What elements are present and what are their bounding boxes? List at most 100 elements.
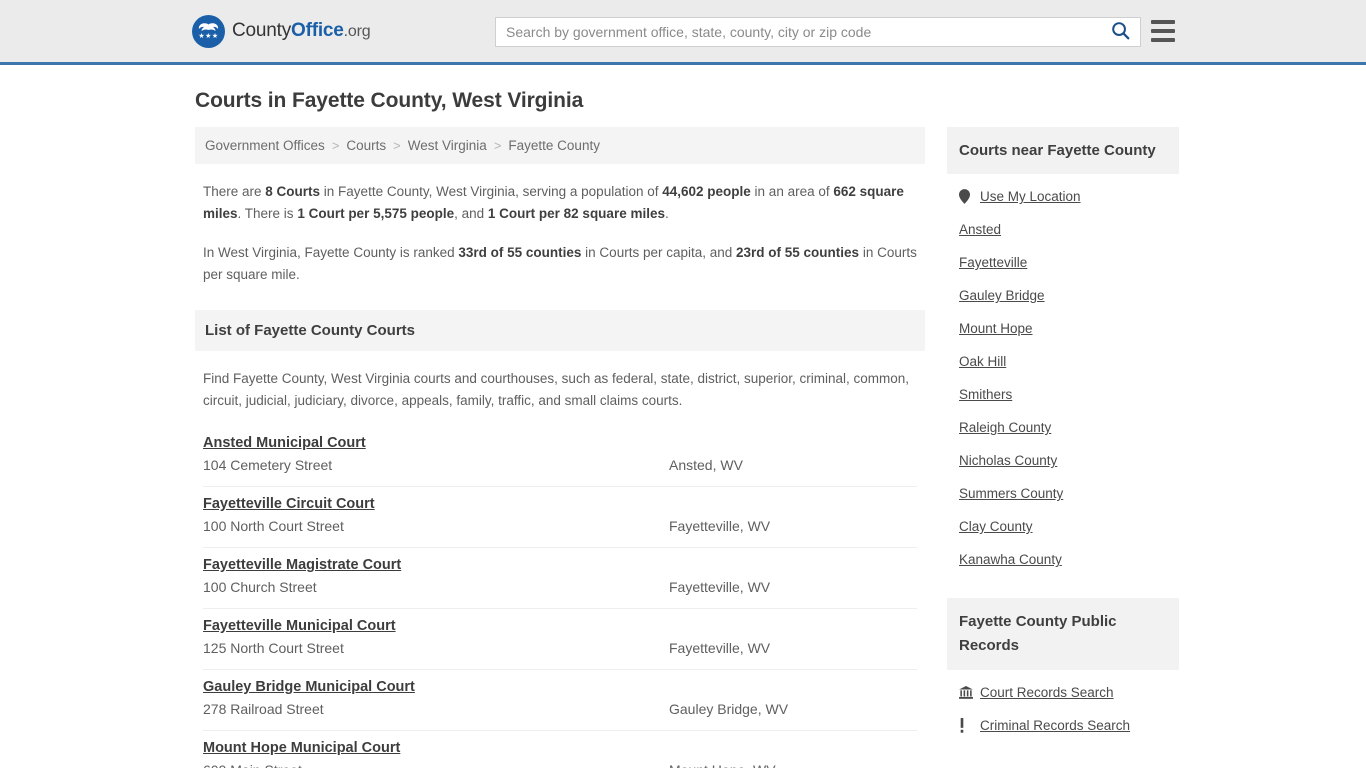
sidebar-item-raleigh-county[interactable]: Raleigh County xyxy=(959,411,1167,444)
table-row: Fayetteville Municipal Court 125 North C… xyxy=(203,609,917,670)
sidebar-item-summers-county[interactable]: Summers County xyxy=(959,477,1167,510)
sidebar-link-criminal-records-search[interactable]: Criminal Records Search xyxy=(980,718,1130,733)
court-address: 100 Church Street xyxy=(203,579,317,595)
hamburger-bar-3 xyxy=(1151,38,1175,42)
sidebar-link-fayetteville[interactable]: Fayetteville xyxy=(959,255,1027,270)
court-city: Mount Hope, WV xyxy=(669,762,776,768)
court-name-link[interactable]: Mount Hope Municipal Court xyxy=(203,740,400,756)
intro-text: . xyxy=(664,206,669,221)
sidebar-item-criminal-records-search[interactable]: Criminal Records Search xyxy=(959,709,1167,742)
court-city: Ansted, WV xyxy=(669,457,743,473)
hamburger-menu-icon[interactable] xyxy=(1151,20,1175,42)
sidebar-item-nicholas-county[interactable]: Nicholas County xyxy=(959,444,1167,477)
hamburger-bar-1 xyxy=(1151,20,1175,24)
table-row: Ansted Municipal Court 104 Cemetery Stre… xyxy=(203,426,917,487)
site-logo[interactable]: ★★★ CountyOffice.org xyxy=(192,14,371,48)
court-address: 125 North Court Street xyxy=(203,640,344,656)
court-name-link[interactable]: Fayetteville Circuit Court xyxy=(203,496,375,512)
sidebar-item-oak-hill[interactable]: Oak Hill xyxy=(959,345,1167,378)
sidebar-item-smithers[interactable]: Smithers xyxy=(959,378,1167,411)
section-heading-court-list: List of Fayette County Courts xyxy=(195,310,925,351)
sidebar-item-gauley-bridge[interactable]: Gauley Bridge xyxy=(959,279,1167,312)
court-address: 100 North Court Street xyxy=(203,518,344,534)
breadcrumb-item-courts[interactable]: Courts xyxy=(346,138,386,153)
search-button[interactable] xyxy=(1100,18,1140,46)
stat-rank-per-capita: 33rd of 55 counties xyxy=(458,245,582,260)
court-city: Fayetteville, WV xyxy=(669,579,771,595)
content-container: Courts in Fayette County, West Virginia … xyxy=(195,89,1179,768)
court-detail: 100 Church Street Fayetteville, WV xyxy=(203,579,917,595)
logo-text-office: Office xyxy=(291,20,344,41)
court-name-link[interactable]: Ansted Municipal Court xyxy=(203,435,366,451)
court-detail: 278 Railroad Street Gauley Bridge, WV xyxy=(203,701,917,717)
intro-paragraph-2: In West Virginia, Fayette County is rank… xyxy=(203,242,917,286)
sidebar-item-mount-hope[interactable]: Mount Hope xyxy=(959,312,1167,345)
search-input[interactable] xyxy=(496,18,1100,46)
sidebar-link-oak-hill[interactable]: Oak Hill xyxy=(959,354,1006,369)
intro-paragraph-1: There are 8 Courts in Fayette County, We… xyxy=(203,181,917,225)
breadcrumb-item-west-virginia[interactable]: West Virginia xyxy=(408,138,487,153)
court-name-link[interactable]: Fayetteville Magistrate Court xyxy=(203,557,401,573)
court-name-link[interactable]: Gauley Bridge Municipal Court xyxy=(203,679,415,695)
table-row: Gauley Bridge Municipal Court 278 Railro… xyxy=(203,670,917,731)
page-title: Courts in Fayette County, West Virginia xyxy=(195,89,584,112)
stat-rank-per-square-mile: 23rd of 55 counties xyxy=(736,245,860,260)
page-body: Courts in Fayette County, West Virginia … xyxy=(0,89,1366,768)
courthouse-icon xyxy=(959,686,976,699)
intro-text: . There is xyxy=(237,206,298,221)
court-address: 278 Railroad Street xyxy=(203,701,324,717)
breadcrumb-separator: > xyxy=(493,138,502,153)
intro-text: There are xyxy=(203,184,266,199)
breadcrumb-item-fayette-county[interactable]: Fayette County xyxy=(508,138,600,153)
sidebar-link-kanawha-county[interactable]: Kanawha County xyxy=(959,552,1062,567)
sidebar-link-gauley-bridge[interactable]: Gauley Bridge xyxy=(959,288,1045,303)
court-list: Ansted Municipal Court 104 Cemetery Stre… xyxy=(195,426,925,768)
sidebar: Courts near Fayette County Use My Locati… xyxy=(947,127,1179,742)
main-column: Government Offices > Courts > West Virgi… xyxy=(195,127,925,768)
sidebar-public-records-list: Court Records Search Criminal Records Se… xyxy=(947,670,1179,742)
sidebar-item-clay-county[interactable]: Clay County xyxy=(959,510,1167,543)
search-icon xyxy=(1111,21,1130,43)
intro-text: , and xyxy=(454,206,488,221)
breadcrumb-item-government-offices[interactable]: Government Offices xyxy=(205,138,325,153)
sidebar-item-ansted[interactable]: Ansted xyxy=(959,213,1167,246)
table-row: Mount Hope Municipal Court 609 Main Stre… xyxy=(203,731,917,768)
sidebar-item-fayetteville[interactable]: Fayetteville xyxy=(959,246,1167,279)
sidebar-link-summers-county[interactable]: Summers County xyxy=(959,486,1063,501)
logo-text-tld: .org xyxy=(343,23,371,40)
sidebar-link-court-records-search[interactable]: Court Records Search xyxy=(980,685,1114,700)
stat-population: 44,602 people xyxy=(662,184,751,199)
site-logo-text: CountyOffice.org xyxy=(232,20,371,42)
sidebar-item-court-records-search[interactable]: Court Records Search xyxy=(959,676,1167,709)
sidebar-link-clay-county[interactable]: Clay County xyxy=(959,519,1033,534)
court-address: 104 Cemetery Street xyxy=(203,457,333,473)
sidebar-link-nicholas-county[interactable]: Nicholas County xyxy=(959,453,1057,468)
sidebar-card-nearby-courts: Courts near Fayette County Use My Locati… xyxy=(947,127,1179,576)
sidebar-item-kanawha-county[interactable]: Kanawha County xyxy=(959,543,1167,576)
court-name-link[interactable]: Fayetteville Municipal Court xyxy=(203,618,396,634)
stars-glyph: ★★★ xyxy=(198,32,219,40)
stat-per-capita: 1 Court per 5,575 people xyxy=(297,206,455,221)
site-header: ★★★ CountyOffice.org xyxy=(0,0,1366,65)
court-detail: 125 North Court Street Fayetteville, WV xyxy=(203,640,917,656)
court-city: Fayetteville, WV xyxy=(669,640,771,656)
sidebar-item-use-my-location[interactable]: Use My Location xyxy=(959,180,1167,213)
court-detail: 100 North Court Street Fayetteville, WV xyxy=(203,518,917,534)
court-city: Gauley Bridge, WV xyxy=(669,701,789,717)
sidebar-link-smithers[interactable]: Smithers xyxy=(959,387,1012,402)
breadcrumb-separator: > xyxy=(331,138,340,153)
eagle-shield-icon: ★★★ xyxy=(192,14,225,48)
court-detail: 609 Main Street Mount Hope, WV xyxy=(203,762,917,768)
two-column-layout: Government Offices > Courts > West Virgi… xyxy=(195,127,1179,768)
search-bar xyxy=(495,17,1141,47)
sidebar-link-mount-hope[interactable]: Mount Hope xyxy=(959,321,1033,336)
sidebar-link-raleigh-county[interactable]: Raleigh County xyxy=(959,420,1051,435)
section-description: Find Fayette County, West Virginia court… xyxy=(203,371,910,408)
sidebar-link-ansted[interactable]: Ansted xyxy=(959,222,1001,237)
sidebar-link-use-my-location[interactable]: Use My Location xyxy=(980,189,1081,204)
intro-text: in an area of xyxy=(750,184,834,199)
stat-courts-count: 8 Courts xyxy=(265,184,321,199)
intro-text: in Fayette County, West Virginia, servin… xyxy=(320,184,663,199)
breadcrumb: Government Offices > Courts > West Virgi… xyxy=(195,127,925,164)
court-address: 609 Main Street xyxy=(203,762,669,768)
